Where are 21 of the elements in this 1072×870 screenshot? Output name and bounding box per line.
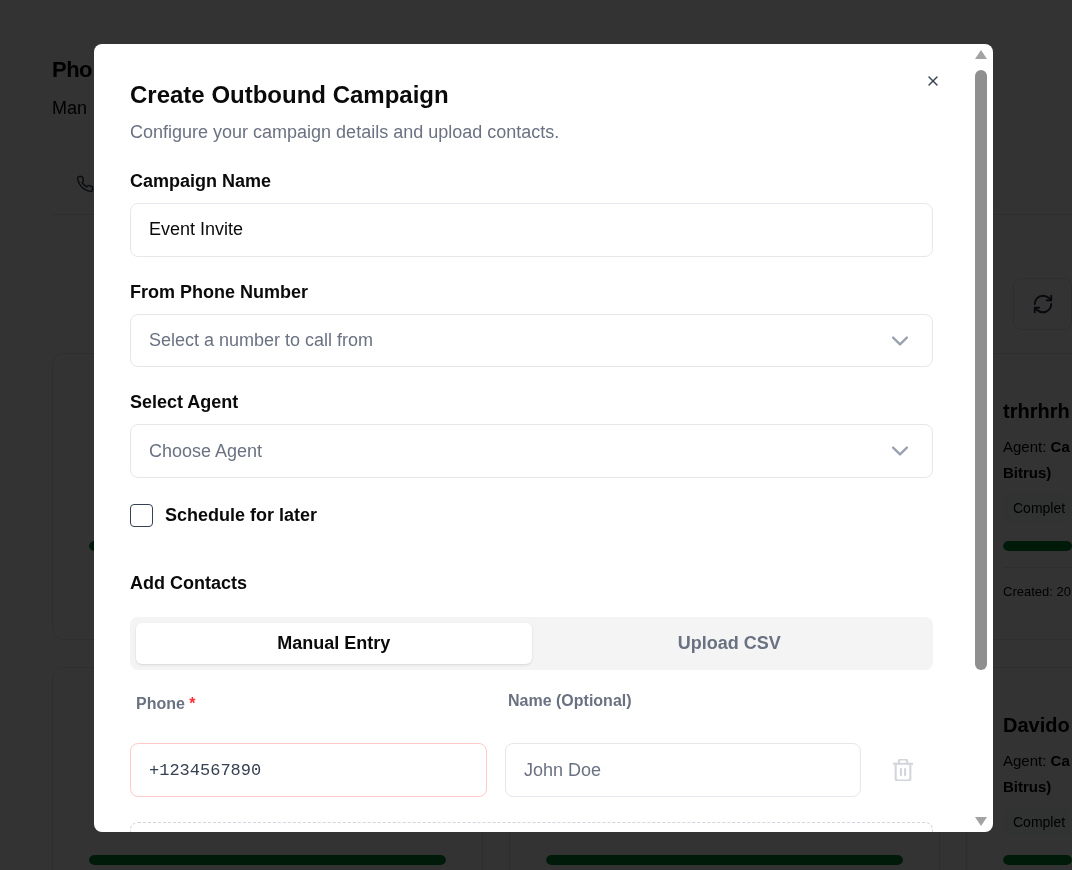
- dialog-title: Create Outbound Campaign: [130, 80, 449, 110]
- tab[interactable]: Manual Entry: [136, 623, 532, 664]
- field-label: Name (Optional): [508, 691, 632, 711]
- trash-icon[interactable]: [893, 759, 913, 781]
- checkbox[interactable]: [130, 503, 153, 527]
- dropdown[interactable]: Select a number to call from: [130, 313, 933, 368]
- name-field[interactable]: John Doe: [505, 743, 861, 797]
- field-label: From Phone Number: [130, 280, 308, 304]
- field-label: Phone *: [136, 694, 196, 714]
- tab[interactable]: Upload CSV: [531, 623, 927, 664]
- scroll-down-arrow-icon[interactable]: [975, 817, 987, 826]
- section-heading: Add Contacts: [130, 572, 247, 596]
- scroll-up-arrow-icon[interactable]: [975, 50, 987, 59]
- phone-field[interactable]: +1234567890: [130, 743, 487, 797]
- dialog-description: Configure your campaign details and upload contacts.: [130, 121, 560, 144]
- dropdown[interactable]: Choose Agent: [130, 424, 933, 479]
- text-field[interactable]: Event Invite: [130, 203, 933, 257]
- checkbox-label: Schedule for later: [165, 504, 318, 528]
- field-label: Campaign Name: [130, 170, 272, 193]
- field-label: Select Agent: [130, 391, 239, 415]
- scrollbar-thumb[interactable]: [975, 70, 987, 670]
